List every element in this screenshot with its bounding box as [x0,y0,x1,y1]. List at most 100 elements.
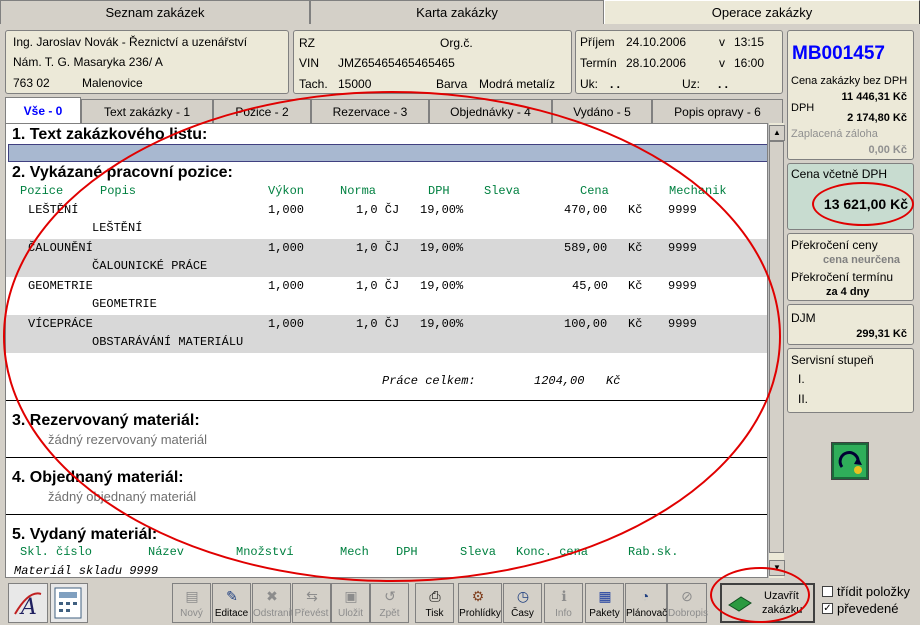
row-popis: ČALOUNICKÉ PRÁCE [92,259,208,273]
row-vykon: 1,000 [268,279,305,293]
uzavrit-label-2: zakázku [762,604,803,616]
row-mechanik: 9999 [668,203,697,217]
calculator-icon[interactable] [50,583,88,623]
prevedene-checkbox[interactable]: ✓ [822,603,833,614]
editace-button[interactable]: ✎ Editace [212,583,251,623]
tisk-button[interactable]: ⎙ Tisk [415,583,454,623]
order-number: MB001457 [792,43,885,64]
row-dph: 19,00% [420,241,464,255]
termin-v: v [719,56,725,70]
dobropis-button[interactable]: ⊘ Dobropis [667,583,709,623]
undo-icon: ↺ [384,588,396,604]
scroll-up-icon[interactable]: ▲ [769,125,785,141]
uzavrit-zakazku-button[interactable]: Uzavřít zakázku [720,583,815,623]
clock-icon: ◷ [516,588,530,604]
subtab-vydano[interactable]: Vydáno - 5 [552,99,652,123]
row-popis: GEOMETRIE [92,297,157,311]
prekroceni-terminu-label: Překročení termínu [791,270,894,284]
tisk-label: Tisk [425,608,444,619]
uk-value: . . [610,77,621,91]
package-icon: ▦ [598,588,612,604]
tab-label: Seznam zakázek [105,5,205,20]
subtab-pozice[interactable]: Pozice - 2 [213,99,311,123]
table-row[interactable]: ČALOUNĚNÍ 1,000 1,0 ČJ 19,00% 589,00 Kč … [6,239,767,277]
section-ordered-title: 4. Objednaný materiál: [12,469,184,486]
prevest-button[interactable]: ⇆ Převést [292,583,331,623]
scroll-thumb[interactable] [769,141,784,553]
prijem-time: 13:15 [734,35,765,49]
header-sleva: Sleva [484,184,521,198]
djm-label: DJM [791,311,816,325]
zaloha-label: Zaplacená záloha [791,128,878,140]
refresh-action-icon[interactable] [831,442,869,480]
order-text-field[interactable] [8,144,767,162]
bez-dph-label: Cena zakázky bez DPH [791,75,908,87]
planovac-button[interactable]: ◔ Plánovač [625,583,667,623]
table-row[interactable]: VÍCEPRÁCE 1,000 1,0 ČJ 19,00% 100,00 Kč … [6,315,767,353]
app-logo[interactable]: A [8,583,48,623]
row-cena: 100,00 [564,317,608,331]
tab-karta-zakazky[interactable]: Karta zakázky [310,0,604,24]
prevedene-label: převedené [837,601,899,616]
dates-panel: Příjem 24.10.2006 v 13:15 Termín 28.10.2… [575,30,783,94]
uz-label: Uz: [682,77,700,91]
djm-value: 299,31 Kč [856,328,907,340]
tridit-checkbox[interactable] [822,586,833,597]
customer-panel: Ing. Jaroslav Novák - Řeznictví a uzenář… [5,30,289,94]
novy-button[interactable]: ▤ Nový [172,583,211,623]
rz-label: RZ [299,36,315,50]
header-cena: Cena [580,184,609,198]
row-vykon: 1,000 [268,203,305,217]
table-row[interactable]: GEOMETRIE 1,000 1,0 ČJ 19,00% 45,00 Kč 9… [6,277,767,315]
row-dph: 19,00% [420,203,464,217]
subtab-popis-opravy[interactable]: Popis opravy - 6 [652,99,783,123]
row-popis: LEŠTĚNÍ [92,221,143,235]
prohlidky-button[interactable]: ⚙ Prohlídky [458,583,502,623]
vcetne-label: Cena včetně DPH [791,167,888,181]
tab-label: Operace zakázky [711,5,813,20]
info-label: Info [555,608,572,619]
header-norma: Norma [340,184,377,198]
row-mena: Kč [628,279,643,293]
total-value: 1204,00 [534,374,585,388]
row-mena: Kč [628,203,643,217]
row-vykon: 1,000 [268,317,305,331]
subtab-label: Popis opravy - 6 [674,104,761,119]
scroll-down-icon[interactable]: ▼ [769,560,785,576]
customer-zip: 763 02 [13,76,50,90]
row-mechanik: 9999 [668,241,697,255]
ulozit-button[interactable]: ▣ Uložit [331,583,370,623]
tab-seznam-zakazek[interactable]: Seznam zakázek [0,0,310,24]
subtab-text-zakazky[interactable]: Text zakázky - 1 [81,99,213,123]
table-row[interactable]: LEŠTĚNÍ 1,000 1,0 ČJ 19,00% 470,00 Kč 99… [6,201,767,239]
servis-label: Servisní stupeň [791,353,874,367]
price-panel: MB001457 Cena zakázky bez DPH 11 446,31 … [787,30,914,160]
casy-button[interactable]: ◷ Časy [503,583,542,623]
planovac-label: Plánovač [626,608,668,619]
dph-value: 2 174,80 Kč [847,112,907,124]
vertical-scrollbar[interactable]: ▲ ▼ [768,123,785,578]
barva-label: Barva [436,77,468,91]
dph-label: DPH [791,102,815,114]
odstranit-button[interactable]: ✖ Odstranit [252,583,294,623]
subtab-objednavky[interactable]: Objednávky - 4 [429,99,552,123]
zpet-button[interactable]: ↺ Zpět [370,583,409,623]
vcetne-value: 13 621,00 Kč [823,196,908,212]
orgc-label: Org.č. [440,36,473,50]
prekroceni-terminu-value: za 4 dny [826,286,870,298]
row-cena: 589,00 [564,241,608,255]
dobropis-label: Dobropis [668,608,709,619]
svg-text:A: A [19,595,37,620]
customer-name: Ing. Jaroslav Novák - Řeznictví a uzenář… [13,35,248,49]
subtab-rezervace[interactable]: Rezervace - 3 [311,99,429,123]
row-norma: 1,0 ČJ [356,241,400,255]
prekroceni-ceny-label: Překročení ceny [791,238,878,252]
header-pozice: Pozice [20,184,64,198]
subtab-vse[interactable]: Vše - 0 [5,97,81,124]
pakety-button[interactable]: ▦ Pakety [585,583,624,623]
tab-operace-zakazky[interactable]: Operace zakázky [604,0,920,24]
header-mat-dph: DPH [396,545,418,559]
info-button[interactable]: ℹ Info [544,583,583,623]
header-mat-sleva: Sleva [460,545,497,559]
vin-value: JMZ65465465465465 [338,56,455,70]
